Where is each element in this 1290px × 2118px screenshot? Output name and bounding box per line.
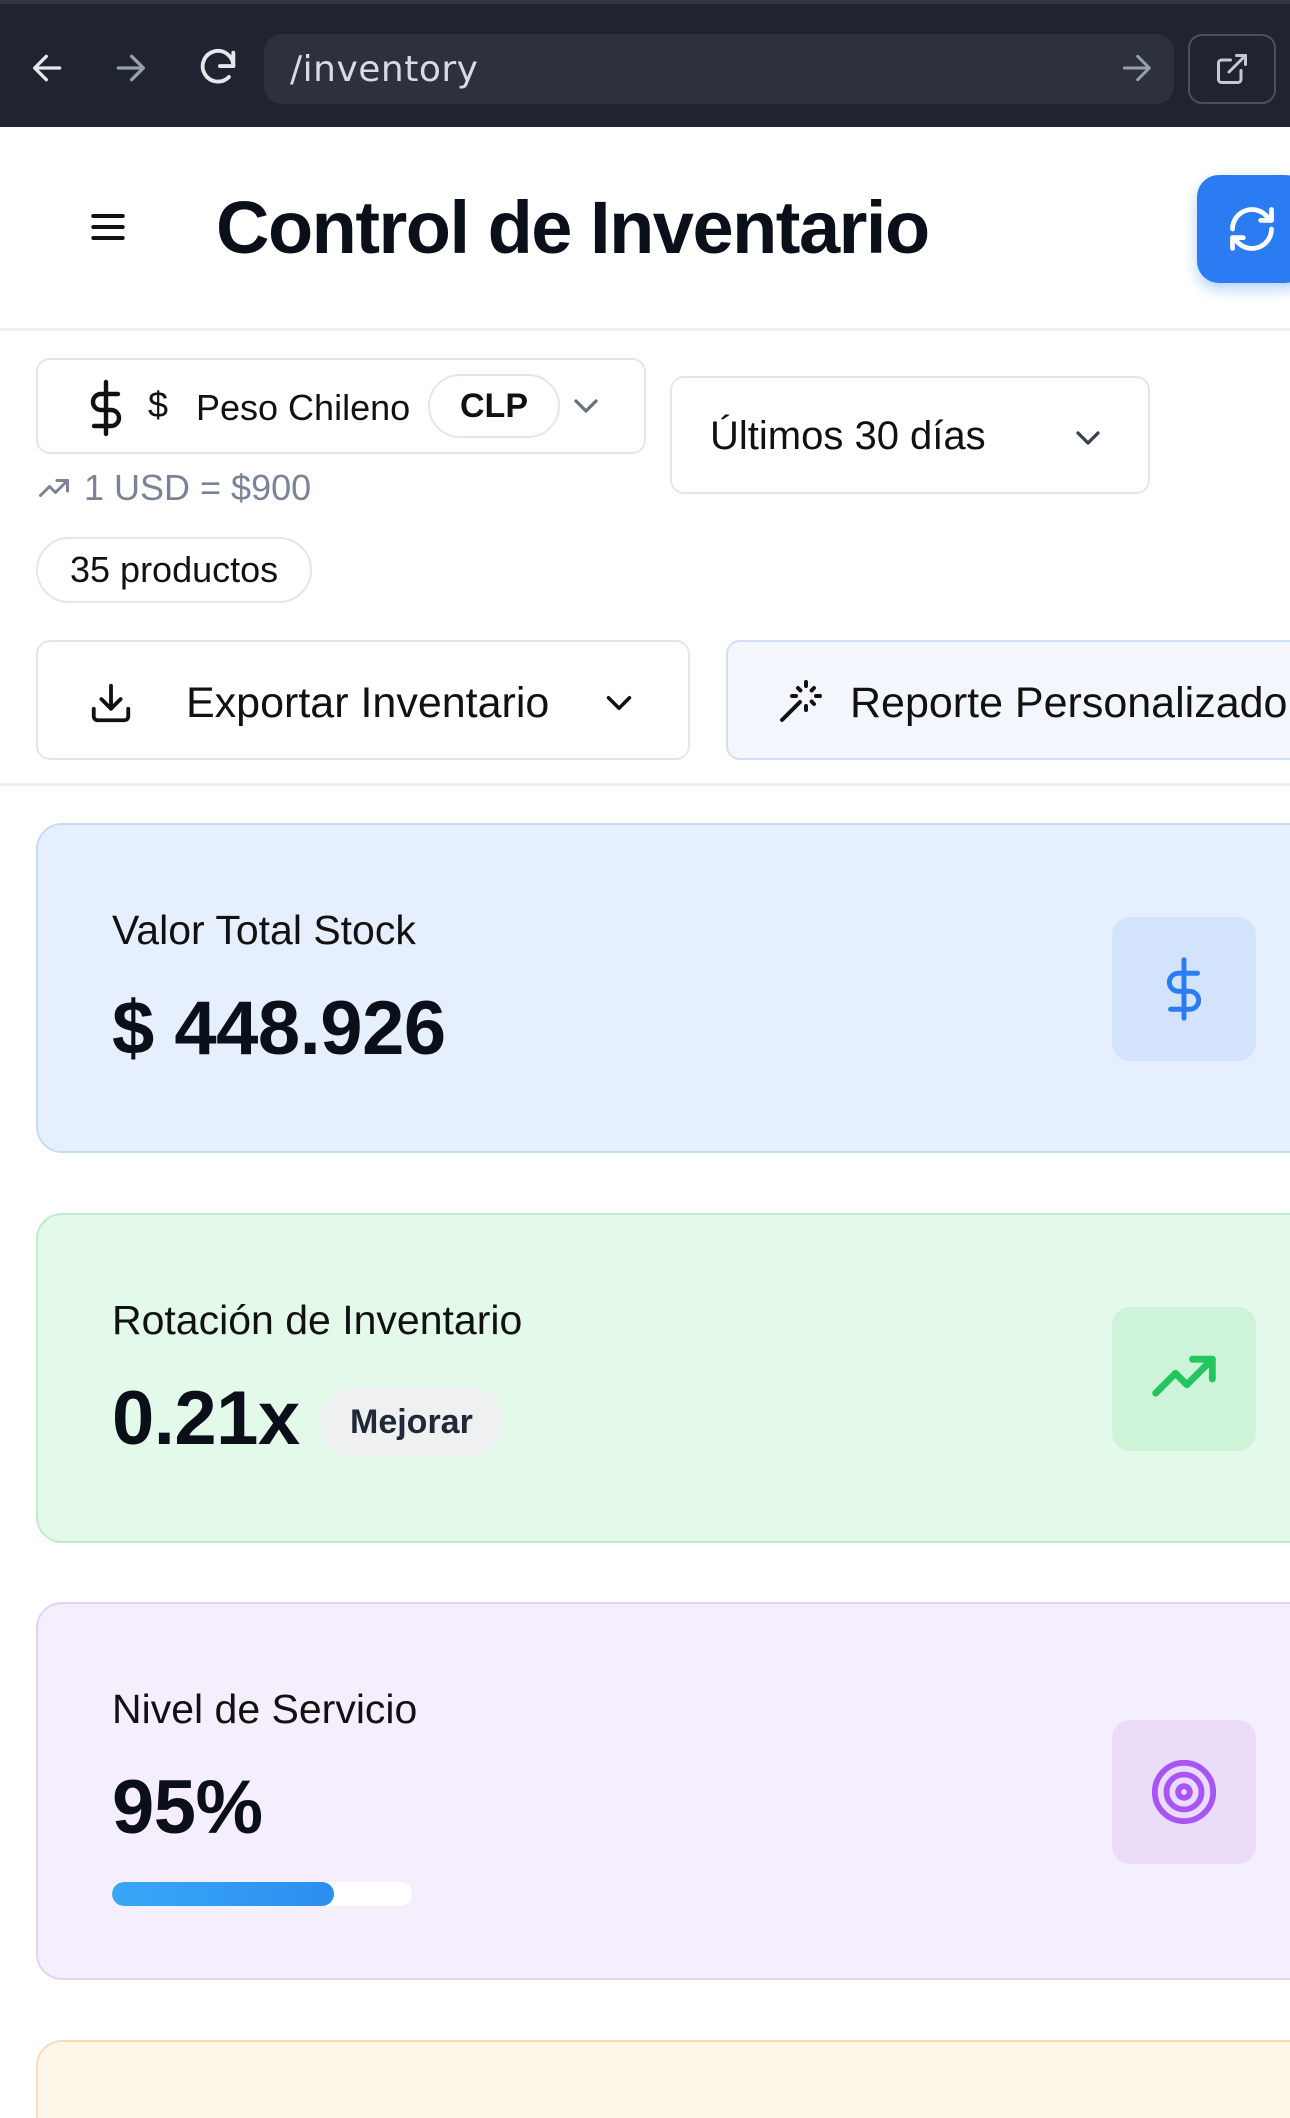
kpi-card-inventory-turnover: Rotación de Inventario 0.21x Mejorar <box>36 1213 1290 1543</box>
dollar-icon <box>1166 957 1202 1021</box>
external-link-icon <box>1217 54 1247 84</box>
exchange-rate-text: 1 USD = $900 <box>84 467 312 508</box>
url-text: /inventory <box>290 49 479 90</box>
custom-report-label: Reporte Personalizado <box>850 679 1288 727</box>
period-select[interactable]: Últimos 30 días <box>670 376 1150 494</box>
go-arrow-icon <box>1122 54 1151 82</box>
address-bar[interactable]: /inventory <box>264 34 1174 104</box>
arrow-right-icon <box>116 54 145 82</box>
kpi-card-partial <box>36 2040 1290 2118</box>
kpi-icon-box <box>1112 1307 1256 1451</box>
dollar-icon <box>90 379 122 437</box>
magic-wand-icon <box>780 680 822 722</box>
target-icon <box>1151 1759 1217 1825</box>
forward-button[interactable] <box>100 38 160 98</box>
kpi-value: 0.21x <box>112 1376 300 1461</box>
arrow-left-icon <box>33 54 62 82</box>
page-title: Control de Inventario <box>216 186 930 269</box>
export-inventory-label: Exportar Inventario <box>186 679 550 727</box>
kpi-card-stock-value: Valor Total Stock $ 448.926 <box>36 823 1290 1153</box>
progress-fill <box>112 1882 334 1906</box>
kpi-value: $ 448.926 <box>112 986 446 1071</box>
product-count-badge: 35 productos <box>36 537 313 603</box>
kpi-value: 95% <box>112 1765 263 1850</box>
reload-icon <box>200 49 236 84</box>
back-button[interactable] <box>18 38 78 98</box>
kpi-card-service-level: Nivel de Servicio 95% <box>36 1602 1290 1980</box>
refresh-button[interactable] <box>1197 175 1290 283</box>
open-external-button[interactable] <box>1188 34 1276 104</box>
trending-up-icon <box>1152 1355 1216 1397</box>
app-header: Control de Inventario <box>0 127 1290 331</box>
kpi-icon-box <box>1112 917 1256 1061</box>
custom-report-button[interactable]: Reporte Personalizado <box>726 640 1290 760</box>
kpi-label: Valor Total Stock <box>112 907 416 953</box>
status-badge: Mejorar <box>320 1387 503 1457</box>
section-divider <box>0 783 1290 786</box>
exchange-rate: 1 USD = $900 <box>36 466 311 510</box>
service-level-progress <box>112 1882 412 1906</box>
browser-toolbar: /inventory <box>0 0 1290 127</box>
trending-up-icon <box>39 479 69 497</box>
currency-symbol: $ <box>148 384 169 425</box>
currency-name: Peso Chileno <box>196 387 411 428</box>
kpi-label: Nivel de Servicio <box>112 1686 418 1732</box>
chevron-down-icon <box>574 399 598 413</box>
menu-button[interactable] <box>80 199 136 255</box>
chevron-down-icon <box>1076 431 1100 445</box>
export-inventory-button[interactable]: Exportar Inventario <box>36 640 690 760</box>
period-label: Últimos 30 días <box>710 414 986 458</box>
chevron-down-icon <box>606 696 632 710</box>
currency-code-badge: CLP <box>428 374 560 438</box>
hamburger-menu-icon <box>91 213 125 241</box>
currency-select[interactable]: $ Peso Chileno CLP <box>36 358 646 454</box>
refresh-icon <box>1230 207 1274 251</box>
kpi-icon-box <box>1112 1720 1256 1864</box>
download-icon <box>91 683 131 723</box>
reload-button[interactable] <box>188 38 248 98</box>
kpi-label: Rotación de Inventario <box>112 1297 523 1343</box>
